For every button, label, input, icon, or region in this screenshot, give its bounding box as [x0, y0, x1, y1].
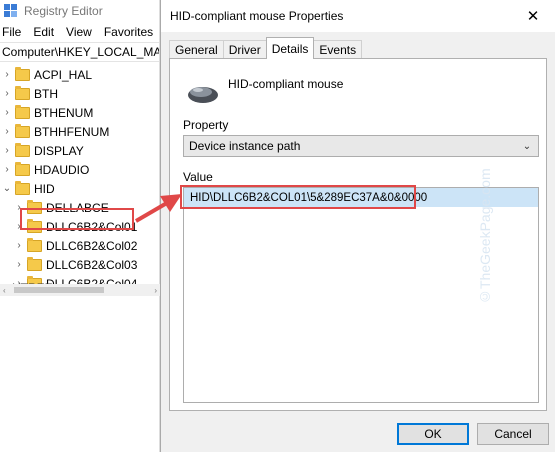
registry-horizontal-scrollbar[interactable]: ‹ › [0, 284, 160, 296]
tree-item[interactable]: › BTHHFENUM [0, 122, 159, 141]
registry-title: Registry Editor [24, 4, 103, 18]
mouse-device-icon [188, 87, 218, 103]
registry-editor-window: Registry Editor File Edit View Favorites… [0, 0, 160, 452]
scroll-right-icon[interactable]: › [154, 286, 157, 295]
tree-item[interactable]: › DLLC6B2&Col03 [0, 255, 159, 274]
watermark-text: ©TheGeekPage.com [477, 168, 493, 305]
folder-icon [15, 161, 30, 176]
registry-tree: › ACPI_HAL › BTH › BTHENUM › BTHHFENUM › DISPLAY ›… [0, 62, 159, 293]
property-selected-value: Device instance path [189, 139, 301, 153]
tab-events[interactable]: Events [313, 40, 363, 59]
folder-icon [15, 142, 30, 157]
folder-icon [27, 237, 42, 252]
chevron-right-icon[interactable]: › [2, 107, 12, 118]
folder-icon [15, 180, 30, 195]
tree-item-label: BTHHFENUM [34, 124, 110, 139]
tree-item[interactable]: › ACPI_HAL [0, 65, 159, 84]
dialog-title-bar: HID-compliant mouse Properties ✕ [161, 0, 555, 32]
tree-item-label: ACPI_HAL [34, 67, 93, 82]
tree-item-label: HID [34, 181, 55, 196]
tab-driver[interactable]: Driver [222, 40, 267, 59]
chevron-right-icon[interactable]: › [2, 88, 12, 99]
folder-icon [15, 104, 30, 119]
folder-icon [27, 256, 42, 271]
value-label: Value [183, 170, 213, 184]
registry-address-bar[interactable]: Computer\HKEY_LOCAL_MAC [0, 42, 159, 62]
chevron-right-icon[interactable]: › [2, 145, 12, 156]
tree-item-label: DISPLAY [34, 143, 84, 158]
property-dropdown[interactable]: Device instance path ⌄ [183, 135, 539, 157]
menu-favorites[interactable]: Favorites [104, 25, 153, 39]
menu-view[interactable]: View [66, 25, 92, 39]
registry-menu-bar: File Edit View Favorites [0, 22, 159, 42]
chevron-down-icon[interactable]: ⌄ [521, 139, 533, 153]
chevron-right-icon[interactable]: › [2, 69, 12, 80]
chevron-right-icon[interactable]: › [14, 240, 24, 251]
folder-icon [15, 123, 30, 138]
registry-app-icon [4, 4, 18, 18]
menu-edit[interactable]: Edit [33, 25, 54, 39]
dialog-title: HID-compliant mouse Properties [170, 9, 344, 23]
tree-item[interactable]: › BTHENUM [0, 103, 159, 122]
properties-dialog: HID-compliant mouse Properties ✕ General… [160, 0, 555, 452]
folder-icon [15, 85, 30, 100]
tree-item[interactable]: › DLLC6B2&Col02 [0, 236, 159, 255]
scrollbar-thumb[interactable] [14, 287, 104, 293]
tab-details[interactable]: Details [265, 37, 315, 59]
device-name: HID-compliant mouse [228, 77, 344, 91]
dialog-tabs: General Driver Details Events [169, 37, 363, 59]
tree-item-label: BTH [34, 86, 58, 101]
tree-item-label: HDAUDIO [34, 162, 90, 177]
tree-item[interactable]: › HDAUDIO [0, 160, 159, 179]
tree-item-label: BTHENUM [34, 105, 94, 120]
tree-item-highlight-box [20, 208, 134, 230]
ok-button[interactable]: OK [397, 423, 469, 445]
folder-icon [15, 66, 30, 81]
scroll-left-icon[interactable]: ‹ [3, 286, 6, 295]
tree-item-label: DLLC6B2&Col02 [46, 238, 138, 253]
tree-item[interactable]: ⌄ HID [0, 179, 159, 198]
property-label: Property [183, 118, 229, 132]
tree-item-label: DLLC6B2&Col03 [46, 257, 138, 272]
chevron-right-icon[interactable]: › [2, 126, 12, 137]
cancel-button[interactable]: Cancel [477, 423, 549, 445]
tab-general[interactable]: General [169, 40, 224, 59]
tree-item[interactable]: › DISPLAY [0, 141, 159, 160]
registry-title-bar: Registry Editor [0, 0, 159, 22]
menu-file[interactable]: File [2, 25, 21, 39]
chevron-down-icon[interactable]: ⌄ [2, 183, 12, 194]
close-icon[interactable]: ✕ [511, 0, 555, 32]
chevron-right-icon[interactable]: › [14, 259, 24, 270]
chevron-right-icon[interactable]: › [2, 164, 12, 175]
tree-item[interactable]: › BTH [0, 84, 159, 103]
